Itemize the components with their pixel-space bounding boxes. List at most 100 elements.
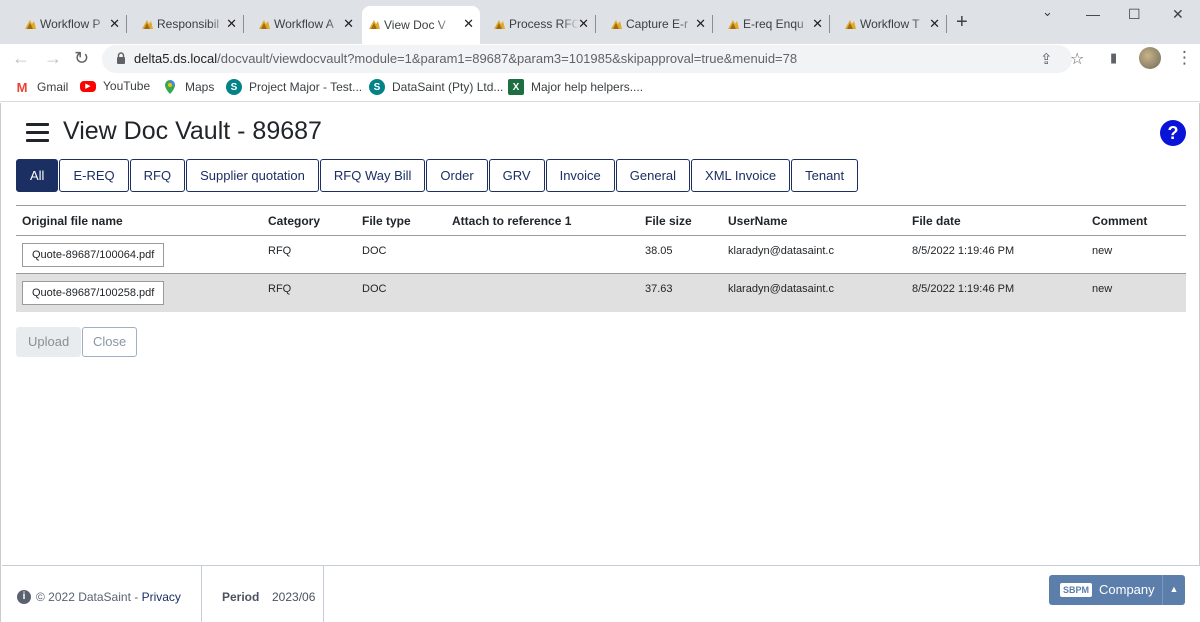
close-tab-icon[interactable]: ✕ — [812, 16, 823, 32]
profile-avatar[interactable] — [1139, 47, 1161, 69]
share-icon[interactable]: ⇪ — [1040, 50, 1053, 68]
grid-header-row: Original file name Category File type At… — [16, 206, 1186, 236]
maximize-button[interactable]: ☐ — [1128, 6, 1141, 23]
browser-tab[interactable]: Capture E-r ✕ — [604, 9, 713, 39]
upload-button[interactable]: Upload — [16, 327, 82, 357]
cell-file-type: DOC — [362, 245, 387, 257]
column-header-category[interactable]: Category — [268, 214, 320, 228]
tab-divider — [829, 15, 830, 33]
column-header-original-file-name[interactable]: Original file name — [22, 214, 123, 228]
cell-comment: new — [1092, 283, 1113, 295]
cell-file-size: 38.05 — [645, 245, 673, 257]
close-window-button[interactable]: ✕ — [1172, 6, 1184, 23]
tab-divider — [946, 15, 947, 33]
browser-tab[interactable]: Responsibil ✕ — [135, 9, 244, 39]
caret-up-icon[interactable]: ▲ — [1162, 575, 1185, 605]
workflow-favicon-icon — [845, 20, 856, 29]
footer-divider — [201, 566, 202, 622]
column-header-username[interactable]: UserName — [728, 214, 787, 228]
browser-toolbar: ← → ↻ delta5.ds.local/docvault/viewdocva… — [0, 44, 1200, 74]
workflow-favicon-icon — [259, 20, 270, 29]
bookmark-label: Project Major - Test... — [249, 80, 363, 94]
close-tab-icon[interactable]: ✕ — [695, 16, 706, 32]
workflow-favicon-icon — [611, 20, 622, 29]
column-header-file-size[interactable]: File size — [645, 214, 692, 228]
close-tab-icon[interactable]: ✕ — [343, 16, 354, 32]
close-tab-icon[interactable]: ✕ — [463, 16, 474, 32]
tab-xml-invoice[interactable]: XML Invoice — [691, 159, 791, 192]
bookmarks-bar: M Gmail ▶ YouTube Maps S Project Major -… — [0, 74, 1200, 102]
back-icon[interactable]: ← — [12, 48, 30, 68]
gmail-icon: M — [16, 79, 28, 95]
tab-invoice[interactable]: Invoice — [545, 159, 615, 192]
tab-rfq[interactable]: RFQ — [129, 159, 186, 192]
copyright-text: © 2022 DataSaint - Privacy — [36, 590, 181, 604]
company-selector-button[interactable]: SBPM Company ▲ — [1049, 575, 1185, 605]
browser-tab-active[interactable]: View Doc V ✕ — [362, 6, 480, 44]
address-bar[interactable]: delta5.ds.local/docvault/viewdocvault?mo… — [102, 45, 1084, 73]
hamburger-menu-icon[interactable] — [26, 123, 49, 143]
page-footer: i © 2022 DataSaint - Privacy Period 2023… — [2, 565, 1200, 622]
bookmark-youtube[interactable]: ▶ YouTube — [80, 79, 150, 93]
bookmark-label: YouTube — [103, 79, 151, 93]
browser-menu-icon[interactable]: ⋮ — [1176, 48, 1193, 68]
period-label: Period — [222, 590, 260, 604]
tab-search-icon[interactable]: ⌄ — [1042, 4, 1053, 20]
tab-tenant[interactable]: Tenant — [791, 159, 859, 192]
close-tab-icon[interactable]: ✕ — [578, 16, 589, 32]
tab-divider — [126, 15, 127, 33]
bookmark-major-help[interactable]: X Major help helpers.... — [508, 79, 643, 95]
minimize-button[interactable]: — — [1086, 6, 1100, 22]
close-button[interactable]: Close — [82, 327, 138, 357]
browser-tab-title: Process RFC — [509, 17, 579, 31]
forward-icon[interactable]: → — [44, 48, 62, 68]
tab-e-req[interactable]: E-REQ — [59, 159, 129, 192]
cell-file-date: 8/5/2022 1:19:46 PM — [912, 283, 1015, 295]
tab-rfq-way-bill[interactable]: RFQ Way Bill — [319, 159, 426, 192]
tab-grv[interactable]: GRV — [488, 159, 545, 192]
table-row[interactable]: Quote-89687/100258.pdf RFQ DOC 37.63 kla… — [16, 274, 1186, 312]
workflow-favicon-icon — [494, 20, 505, 29]
privacy-link[interactable]: Privacy — [142, 590, 181, 604]
close-tab-icon[interactable]: ✕ — [226, 16, 237, 32]
bookmark-project-major[interactable]: S Project Major - Test... — [226, 79, 362, 95]
browser-tab-title: Capture E-r — [626, 17, 689, 31]
tab-order[interactable]: Order — [426, 159, 488, 192]
tab-divider — [243, 15, 244, 33]
bookmark-label: Gmail — [37, 80, 69, 94]
bookmark-maps[interactable]: Maps — [162, 79, 214, 95]
close-tab-icon[interactable]: ✕ — [929, 16, 940, 32]
cell-username: klaradyn@datasaint.c — [728, 245, 834, 257]
file-download-button[interactable]: Quote-89687/100064.pdf — [22, 243, 165, 267]
bookmark-star-icon[interactable]: ☆ — [1070, 49, 1084, 69]
workflow-favicon-icon — [728, 20, 739, 29]
browser-tab[interactable]: Workflow T ✕ — [838, 9, 947, 39]
close-tab-icon[interactable]: ✕ — [109, 16, 120, 32]
sharepoint-icon: S — [369, 79, 385, 95]
new-tab-button[interactable]: + — [956, 12, 968, 32]
reload-icon[interactable]: ↻ — [74, 48, 89, 68]
column-header-file-date[interactable]: File date — [912, 214, 961, 228]
cell-username: klaradyn@datasaint.c — [728, 283, 834, 295]
cell-comment: new — [1092, 245, 1113, 257]
column-header-file-type[interactable]: File type — [362, 214, 411, 228]
page-content: View Doc Vault - 89687 ? All E-REQ RFQ S… — [0, 103, 1200, 622]
file-download-button[interactable]: Quote-89687/100258.pdf — [22, 281, 165, 305]
table-row[interactable]: Quote-89687/100064.pdf RFQ DOC 38.05 kla… — [16, 236, 1186, 274]
help-icon[interactable]: ? — [1160, 120, 1186, 146]
tab-all[interactable]: All — [16, 159, 59, 192]
cell-file-date: 8/5/2022 1:19:46 PM — [912, 245, 1015, 257]
browser-tab[interactable]: Workflow P ✕ — [18, 9, 127, 39]
tab-supplier-quotation[interactable]: Supplier quotation — [186, 159, 319, 192]
side-panel-icon[interactable]: ▮ — [1110, 50, 1117, 66]
column-header-attach-reference[interactable]: Attach to reference 1 — [452, 214, 571, 228]
browser-tab[interactable]: E-req Enqu ✕ — [721, 9, 830, 39]
bookmark-gmail[interactable]: M Gmail — [14, 79, 69, 95]
tab-general[interactable]: General — [615, 159, 691, 192]
bookmark-datasaint[interactable]: S DataSaint (Pty) Ltd... — [369, 79, 503, 95]
browser-tab-title: View Doc V — [384, 18, 446, 32]
url-host: delta5.ds.local — [134, 51, 218, 66]
browser-tab[interactable]: Workflow A ✕ — [252, 9, 360, 39]
column-header-comment[interactable]: Comment — [1092, 214, 1147, 228]
browser-tab[interactable]: Process RFC ✕ — [487, 9, 596, 39]
